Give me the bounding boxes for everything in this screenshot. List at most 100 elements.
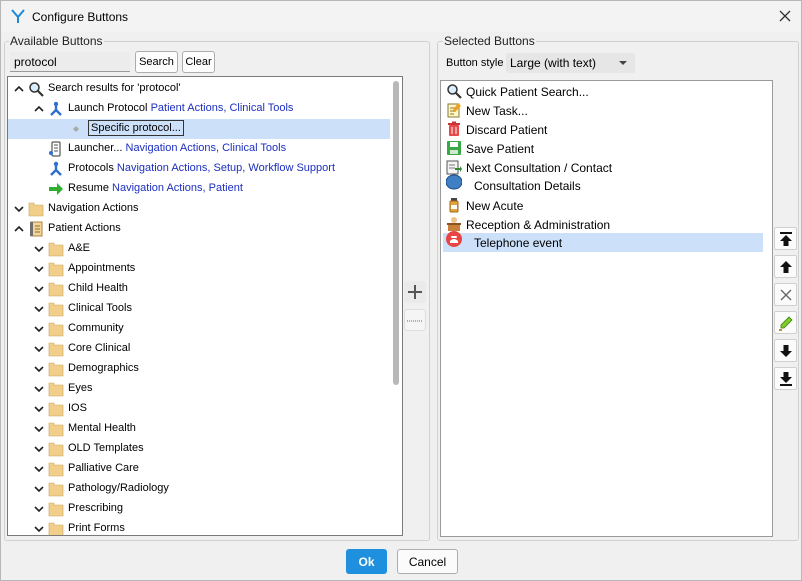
selected-button-item[interactable]: New Acute <box>443 196 763 215</box>
add-button[interactable] <box>404 281 426 303</box>
search-button[interactable]: Search <box>135 51 178 73</box>
tree-item-label: OLD Templates <box>68 442 144 454</box>
move-to-top-button[interactable] <box>774 227 797 250</box>
folder-icon <box>28 202 44 217</box>
tree-item-tags: Navigation Actions, Clinical Tools <box>125 142 287 154</box>
tree-row[interactable]: Protocols Navigation Actions, Setup, Wor… <box>8 159 390 179</box>
tree-row[interactable]: Navigation Actions <box>8 199 390 219</box>
selected-buttons-list[interactable]: Quick Patient Search... New Task... Discar… <box>440 80 773 537</box>
move-down-button[interactable] <box>774 339 797 362</box>
arrow-top-icon <box>780 232 792 246</box>
tree-row[interactable]: Clinical Tools <box>8 299 390 319</box>
cancel-button[interactable]: Cancel <box>397 549 458 574</box>
chevron-down-icon[interactable] <box>33 243 45 255</box>
chevron-up-icon[interactable] <box>33 103 45 115</box>
selected-button-item[interactable]: Reception & Administration <box>443 215 763 234</box>
button-style-value: Large (with text) <box>510 56 597 70</box>
tree-item-label: Navigation Actions <box>48 202 139 214</box>
tree-row[interactable]: Community <box>8 319 390 339</box>
chevron-down-icon[interactable] <box>33 383 45 395</box>
tree-item-label: Appointments <box>68 262 135 274</box>
edit-button[interactable] <box>774 311 797 334</box>
tree-row[interactable]: Specific protocol... <box>8 119 390 139</box>
remove-button[interactable] <box>774 283 797 306</box>
consultation-icon <box>446 174 462 190</box>
tree-row[interactable]: Child Health <box>8 279 390 299</box>
tree-row[interactable]: Core Clinical <box>8 339 390 359</box>
ok-button[interactable]: Ok <box>346 549 387 574</box>
chevron-down-icon[interactable] <box>33 403 45 415</box>
folder-icon <box>48 422 64 437</box>
chevron-down-icon[interactable] <box>33 363 45 375</box>
chevron-down-icon[interactable] <box>33 343 45 355</box>
tree-item-tags: Navigation Actions, Setup, Workflow Supp… <box>116 162 335 174</box>
arrow-up-icon <box>780 261 792 273</box>
telephone-icon <box>446 231 462 247</box>
tree-row[interactable]: Resume Navigation Actions, Patient <box>8 179 390 199</box>
tree-row[interactable]: Eyes <box>8 379 390 399</box>
chevron-down-icon[interactable] <box>33 463 45 475</box>
selected-button-item[interactable]: Next Consultation / Contact <box>443 158 763 177</box>
pencil-icon <box>779 316 793 331</box>
close-icon[interactable] <box>777 8 793 24</box>
selected-button-item[interactable]: Save Patient <box>443 139 763 158</box>
chevron-up-icon[interactable] <box>13 223 25 235</box>
tree-item-name: Mental Health <box>68 422 136 434</box>
tree-row[interactable]: Appointments <box>8 259 390 279</box>
tree-row[interactable]: Search results for 'protocol' <box>8 79 390 99</box>
trash-icon <box>448 121 460 136</box>
selected-button-label: Reception & Administration <box>466 218 611 232</box>
tree-scrollbar[interactable] <box>391 77 402 535</box>
available-buttons-tree[interactable]: Search results for 'protocol' Launch Prot… <box>7 76 403 536</box>
selected-button-item[interactable]: Quick Patient Search... <box>443 82 763 101</box>
chevron-down-icon[interactable] <box>33 443 45 455</box>
tree-item-name: Palliative Care <box>68 462 139 474</box>
tree-scrollbar-thumb[interactable] <box>393 81 399 385</box>
clear-button[interactable]: Clear <box>182 51 215 73</box>
button-style-select[interactable]: Large (with text) <box>506 53 635 73</box>
move-to-bottom-button[interactable] <box>774 367 797 390</box>
chevron-down-icon[interactable] <box>33 483 45 495</box>
chevron-down-icon[interactable] <box>33 503 45 515</box>
tree-row[interactable]: Palliative Care <box>8 459 390 479</box>
tree-row[interactable]: Launcher... Navigation Actions, Clinical… <box>8 139 390 159</box>
selected-button-item[interactable]: Consultation Details <box>443 174 763 195</box>
selected-button-item[interactable]: Discard Patient <box>443 120 763 139</box>
tree-item-name: A&E <box>68 242 91 254</box>
tree-item-name: Launcher... <box>68 142 123 154</box>
tree-row[interactable]: Pathology/Radiology <box>8 479 390 499</box>
tree-item-label: Print Forms <box>68 522 125 534</box>
selected-button-item[interactable]: Telephone event <box>443 231 763 252</box>
chevron-down-icon[interactable] <box>33 523 45 535</box>
chevron-down-icon[interactable] <box>33 303 45 315</box>
tree-item-label: Demographics <box>68 362 139 374</box>
save-icon <box>447 141 461 155</box>
selected-button-label: Discard Patient <box>466 123 548 137</box>
protocol-icon <box>50 101 62 116</box>
tree-row[interactable]: IOS <box>8 399 390 419</box>
chevron-down-icon[interactable] <box>33 423 45 435</box>
add-separator-button[interactable] <box>404 309 426 331</box>
tree-row[interactable]: Mental Health <box>8 419 390 439</box>
tree-row[interactable]: Patient Actions <box>8 219 390 239</box>
tree-item-name: Prescribing <box>68 502 124 514</box>
tree-row[interactable]: OLD Templates <box>8 439 390 459</box>
selected-button-item[interactable]: New Task... <box>443 101 763 120</box>
tree-row[interactable]: Prescribing <box>8 499 390 519</box>
chevron-down-icon[interactable] <box>33 323 45 335</box>
tree-row[interactable]: Print Forms <box>8 519 390 535</box>
search-input[interactable] <box>10 52 130 72</box>
magnifier-icon <box>29 82 44 97</box>
tree-row[interactable]: Launch Protocol Patient Actions, Clinica… <box>8 99 390 119</box>
tree-item-name: Clinical Tools <box>68 302 132 314</box>
folder-icon <box>48 522 64 535</box>
chevron-down-icon[interactable] <box>33 283 45 295</box>
tree-row[interactable]: A&E <box>8 239 390 259</box>
chevron-down-icon[interactable] <box>13 203 25 215</box>
chevron-up-icon[interactable] <box>13 83 25 95</box>
arrow-bottom-icon <box>780 372 792 386</box>
move-up-button[interactable] <box>774 255 797 278</box>
tree-row[interactable]: Demographics <box>8 359 390 379</box>
chevron-down-icon[interactable] <box>33 263 45 275</box>
selected-button-label: Telephone event <box>474 236 563 250</box>
